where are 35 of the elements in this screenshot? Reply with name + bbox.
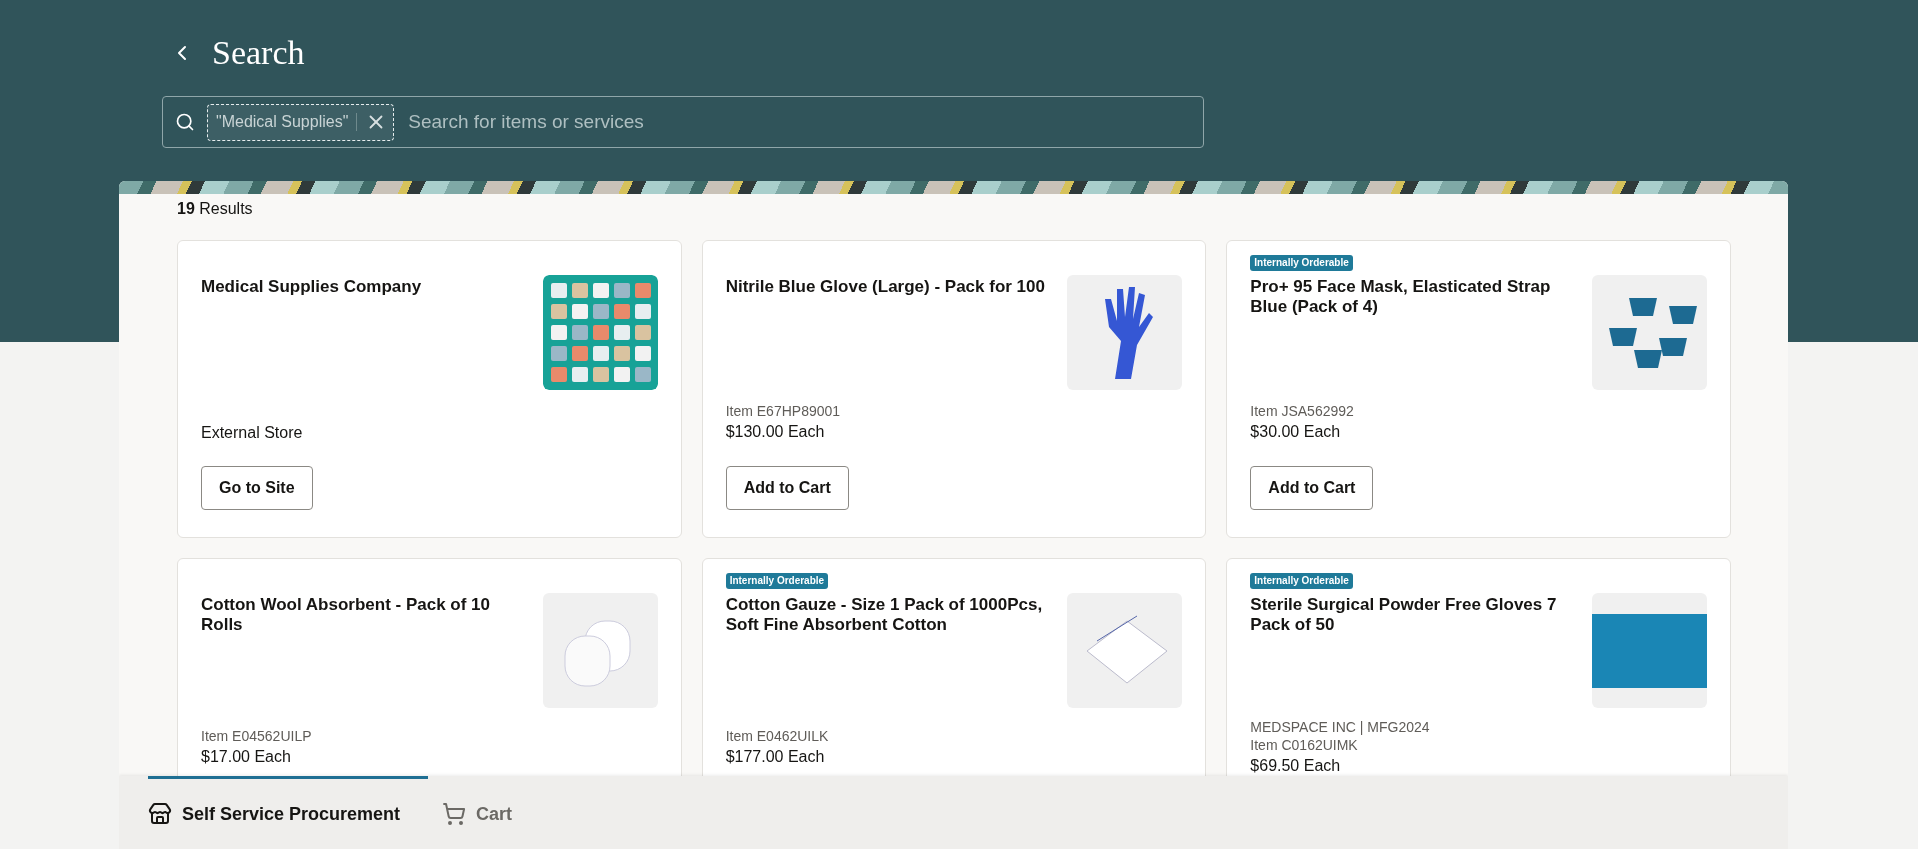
item-number: Item E0462UILK — [725, 727, 830, 745]
item-price: $130.00 Each — [725, 422, 826, 442]
product-title: Pro+ 95 Face Mask, Elasticated Strap Blue (Pack of 4) — [1250, 277, 1552, 317]
add-to-cart-button[interactable]: Add to Cart — [725, 466, 849, 510]
item-number: Item C0162UIMK — [1250, 736, 1359, 754]
product-title: Sterile Surgical Powder Free Gloves 7 Pack of 50 — [1250, 595, 1558, 635]
item-price: $30.00 Each — [1250, 422, 1342, 442]
cart-icon — [442, 802, 467, 826]
product-title: Cotton Gauze - Size 1 Pack of 1000Pcs, Soft Fine Absorbent Cotton — [725, 595, 1044, 635]
item-price: $17.00 Each — [201, 747, 292, 767]
search-icon — [175, 112, 195, 132]
nav-tab[interactable]: Self Service Procurement — [148, 776, 429, 849]
item-price: $69.50 Each — [1250, 756, 1342, 776]
nav-tab[interactable]: Cart — [442, 776, 541, 849]
page-title: Search — [212, 34, 305, 72]
search-field[interactable]: "Medical Supplies" Search for items or services — [162, 96, 1204, 148]
item-number: Item JSA562992 — [1250, 402, 1355, 420]
store-type: External Store — [201, 423, 304, 443]
chip-label: "Medical Supplies" — [216, 113, 358, 131]
product-title: Nitrile Blue Glove (Large) - Pack for 100 — [725, 277, 1046, 297]
go-to-site-button[interactable]: Go to Site — [201, 466, 313, 510]
search-input[interactable]: Search for items or services — [406, 110, 1191, 134]
item-price: $177.00 Each — [725, 747, 826, 767]
product-title: Cotton Wool Absorbent - Pack of 10 Rolls — [201, 595, 491, 635]
results-count: 19 Results — [177, 200, 254, 218]
search-filter-chip[interactable]: "Medical Supplies" — [207, 103, 395, 141]
item-number: Item E67HP89001 — [725, 402, 842, 420]
orderable-badge: Internally Orderable — [725, 573, 829, 589]
orderable-badge: Internally Orderable — [1250, 255, 1353, 271]
item-number: Item E04562UILP — [201, 727, 313, 745]
product-title: Medical Supplies Company — [201, 277, 423, 297]
item-number: MEDSPACE INC | MFG2024 — [1250, 718, 1431, 736]
add-to-cart-button[interactable]: Add to Cart — [1250, 466, 1374, 510]
store-icon — [148, 802, 172, 826]
orderable-badge: Internally Orderable — [1250, 573, 1353, 589]
